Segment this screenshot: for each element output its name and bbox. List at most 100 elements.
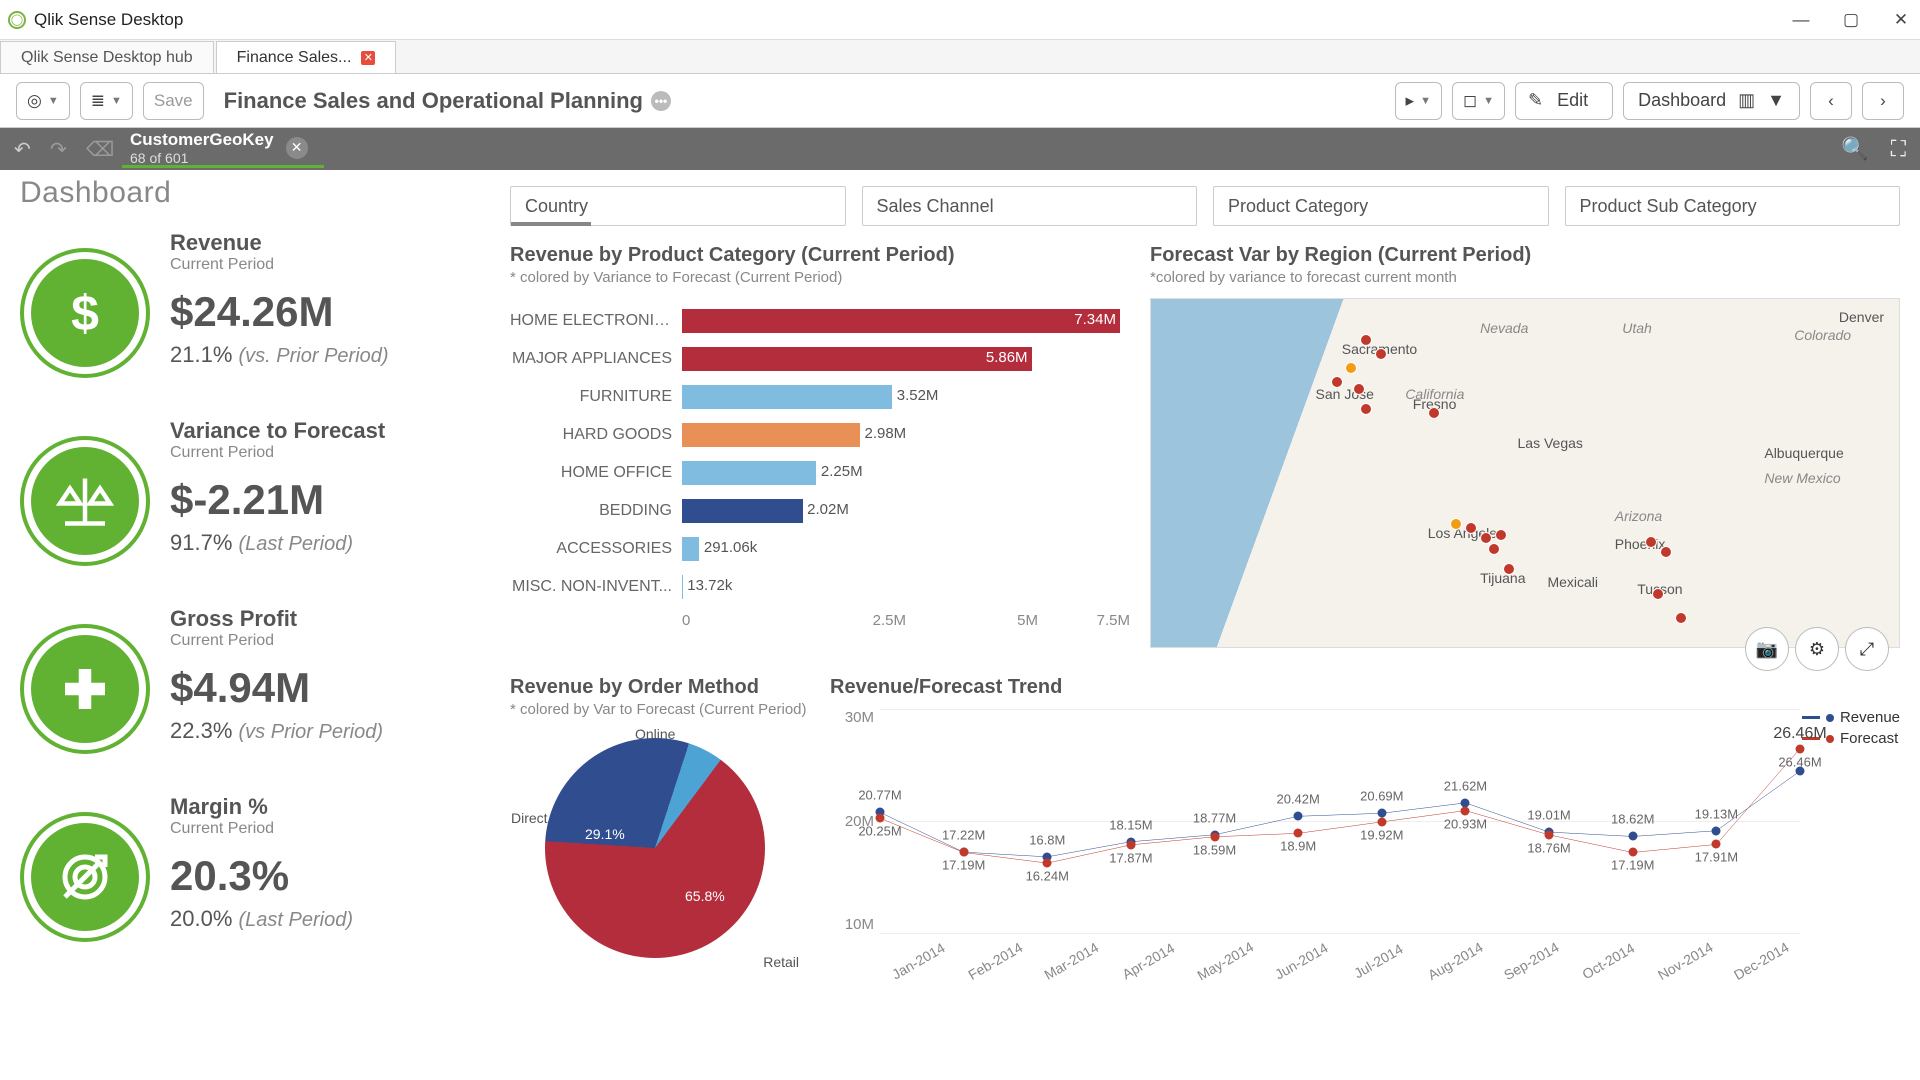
pencil-icon: ✎ (1528, 90, 1543, 111)
trend-point[interactable]: 17.91M (1712, 840, 1721, 849)
titlebar: ◯ Qlik Sense Desktop — ▢ ✕ (0, 0, 1920, 40)
axis-tick: 2.5M (820, 612, 958, 629)
map-dot[interactable] (1331, 376, 1343, 388)
kpi-revenue[interactable]: $ Revenue Current Period $24.26M 21.1% (… (20, 230, 500, 378)
map-dot[interactable] (1375, 348, 1387, 360)
kpi-margin[interactable]: Margin % Current Period 20.3% 20.0% (Las… (20, 794, 500, 942)
map-dot[interactable] (1675, 612, 1687, 624)
map-canvas[interactable]: Nevada Utah Colorado California Arizona … (1150, 298, 1900, 648)
more-icon[interactable]: ••• (651, 91, 671, 111)
trend-point[interactable]: 20.42M (1294, 812, 1303, 821)
kpi-note: (vs Prior Period) (239, 721, 383, 743)
bar-label: ACCESSORIES (510, 540, 672, 558)
maximize-icon[interactable]: ▢ (1840, 10, 1862, 30)
map-dot[interactable] (1652, 588, 1664, 600)
filter-product-subcategory[interactable]: Product Sub Category (1565, 186, 1901, 226)
bookmark-button[interactable]: ◻▼ (1452, 82, 1505, 120)
kpi-value: $4.94M (170, 664, 383, 712)
window-title: Qlik Sense Desktop (34, 10, 183, 30)
map-panel[interactable]: Forecast Var by Region (Current Period) … (1150, 244, 1900, 648)
filter-product-category[interactable]: Product Category (1213, 186, 1549, 226)
map-dot[interactable] (1428, 407, 1440, 419)
bar-row[interactable]: MISC. NON-INVENT... 13.72k (510, 568, 1130, 606)
kpi-note: (Last Period) (239, 533, 354, 555)
map-city-label: Phoenix (1615, 536, 1666, 552)
pie-chart: Online Direct Retail 29.1% 65.8% (545, 738, 775, 968)
trend-point[interactable]: 20.93M (1461, 806, 1470, 815)
close-icon[interactable]: ✕ (1890, 10, 1912, 30)
bar-label: MAJOR APPLIANCES (510, 350, 672, 368)
trend-point[interactable]: 17.87M (1126, 840, 1135, 849)
panel-title: Forecast Var by Region (Current Period) (1150, 244, 1900, 267)
trend-chart: 30M 20M 10M Revenue Forecast 20.77M17 (830, 709, 1900, 969)
app-title-text: Finance Sales and Operational Planning (224, 88, 643, 114)
trend-point[interactable]: 19.92M (1377, 817, 1386, 826)
x-tick: Feb-2014 (958, 935, 1032, 987)
map-dot[interactable] (1645, 536, 1657, 548)
trend-point[interactable]: 17.19M (959, 848, 968, 857)
bar-row[interactable]: HOME OFFICE 2.25M (510, 454, 1130, 492)
bar-row[interactable]: MAJOR APPLIANCES 5.86M (510, 340, 1130, 378)
bar-row[interactable]: HARD GOODS 2.98M (510, 416, 1130, 454)
selection-tool-icon[interactable]: ⛶ (1891, 136, 1906, 162)
map-dot[interactable] (1495, 529, 1507, 541)
minimize-icon[interactable]: — (1790, 10, 1812, 30)
pie-panel[interactable]: Revenue by Order Method * colored by Var… (510, 676, 810, 969)
tab-finance-sales[interactable]: Finance Sales... ✕ (216, 41, 397, 73)
edit-button[interactable]: ✎Edit (1515, 82, 1613, 120)
svg-text:$: $ (71, 286, 99, 342)
play-button[interactable]: ▸▼ (1395, 82, 1442, 120)
bar-row[interactable]: HOME ELECTRONICS 7.34M (510, 302, 1130, 340)
filter-country[interactable]: Country (510, 186, 846, 226)
prev-sheet-button[interactable]: ‹ (1810, 82, 1852, 120)
bar-label: HOME OFFICE (510, 464, 672, 482)
map-dot[interactable] (1465, 522, 1477, 534)
tab-hub[interactable]: Qlik Sense Desktop hub (0, 41, 214, 73)
pie-pct: 65.8% (685, 888, 725, 904)
trend-point[interactable]: 18.9M (1294, 829, 1303, 838)
nav-menu-button[interactable]: ◎▼ (16, 82, 70, 120)
kpi-change: 22.3% (170, 718, 232, 743)
trend-point[interactable]: 18.62M (1628, 832, 1637, 841)
trend-point[interactable]: 19.13M (1712, 826, 1721, 835)
save-button[interactable]: Save (143, 82, 204, 120)
map-dot[interactable] (1480, 532, 1492, 544)
kpi-variance[interactable]: Variance to Forecast Current Period $-2.… (20, 418, 500, 566)
trend-point[interactable]: 17.19M (1628, 848, 1637, 857)
search-icon[interactable]: 🔍 (1841, 136, 1868, 162)
next-sheet-button[interactable]: › (1862, 82, 1904, 120)
bar-row[interactable]: ACCESSORIES 291.06k (510, 530, 1130, 568)
bar-chart-panel[interactable]: Revenue by Product Category (Current Per… (510, 244, 1130, 648)
tab-label: Finance Sales... (237, 49, 352, 67)
kpi-gross-profit[interactable]: Gross Profit Current Period $4.94M 22.3%… (20, 606, 500, 754)
list-menu-button[interactable]: ≣▼ (80, 82, 133, 120)
bar-row[interactable]: FURNITURE 3.52M (510, 378, 1130, 416)
map-dot[interactable] (1488, 543, 1500, 555)
trend-point[interactable]: 18.59M (1210, 832, 1219, 841)
map-dot[interactable] (1660, 546, 1672, 558)
map-dot[interactable] (1360, 403, 1372, 415)
selection-token[interactable]: CustomerGeoKey 68 of 601 ✕ (122, 130, 324, 168)
map-snapshot-icon[interactable]: 📷 (1745, 627, 1789, 671)
trend-point[interactable]: 26.46M (1796, 744, 1805, 753)
map-dot[interactable] (1503, 563, 1515, 575)
trend-point[interactable]: 16.24M (1043, 859, 1052, 868)
map-settings-icon[interactable]: ⚙ (1795, 627, 1839, 671)
tab-close-icon[interactable]: ✕ (361, 51, 375, 65)
trend-panel[interactable]: Revenue/Forecast Trend 30M 20M 10M Reven… (830, 676, 1900, 969)
map-dot[interactable] (1353, 383, 1365, 395)
trend-point[interactable]: 18.76M (1545, 830, 1554, 839)
selection-back-icon[interactable]: ↶ (14, 137, 40, 162)
map-dot[interactable] (1345, 362, 1357, 374)
filter-sales-channel[interactable]: Sales Channel (862, 186, 1198, 226)
map-expand-icon[interactable]: ⤢ (1845, 627, 1889, 671)
x-tick: Jul-2014 (1341, 935, 1415, 987)
selection-forward-icon[interactable]: ↷ (50, 137, 76, 162)
bar-row[interactable]: BEDDING 2.02M (510, 492, 1130, 530)
plus-icon (20, 624, 150, 754)
selection-clear-icon[interactable]: ⌫ (86, 137, 112, 162)
selection-remove-icon[interactable]: ✕ (286, 137, 308, 159)
sheet-selector[interactable]: Dashboard▥▼ (1623, 82, 1800, 120)
trend-point[interactable]: 20.25M (876, 814, 885, 823)
kpi-change: 20.0% (170, 906, 232, 931)
